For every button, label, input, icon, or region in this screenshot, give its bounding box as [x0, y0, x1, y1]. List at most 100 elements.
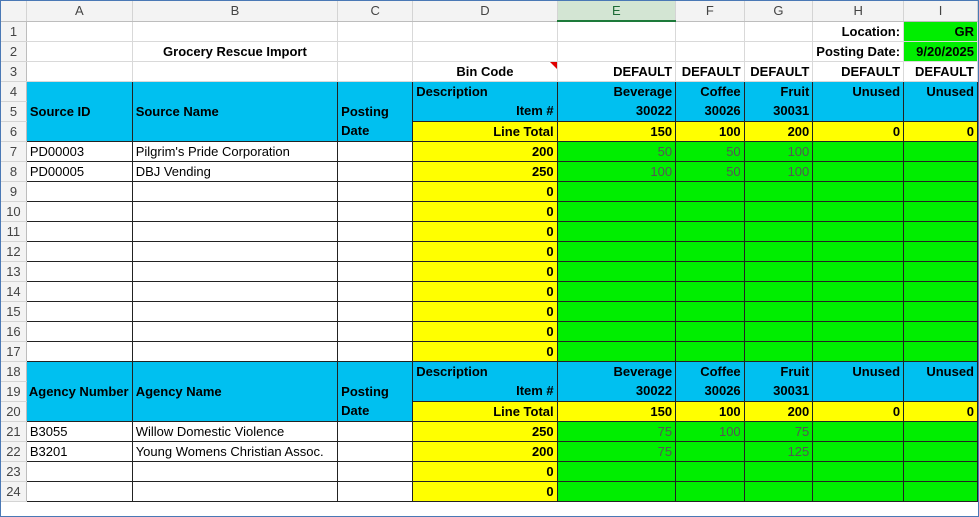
row-line-total-cell[interactable]: 250 [412, 160, 558, 182]
select-all-corner[interactable] [1, 1, 27, 22]
row-id-cell[interactable] [25, 300, 133, 322]
agency-item-h[interactable] [812, 381, 905, 401]
source-total-g[interactable]: 200 [743, 120, 814, 142]
row-qty-f-cell[interactable] [675, 220, 745, 242]
row-qty-e-cell[interactable] [556, 180, 677, 202]
row-qty-i-cell[interactable] [903, 460, 978, 482]
row-posting-date-cell[interactable] [337, 440, 414, 462]
row-qty-e-cell[interactable] [556, 280, 677, 302]
row-header-5[interactable]: 5 [1, 101, 27, 122]
cell-e2[interactable] [557, 41, 677, 62]
row-qty-g-cell[interactable] [743, 340, 814, 362]
row-qty-e-cell[interactable]: 50 [556, 140, 677, 162]
source-item-g[interactable]: 30031 [744, 101, 814, 121]
row-qty-e-cell[interactable]: 75 [556, 420, 677, 442]
row-header[interactable]: 8 [1, 161, 27, 182]
row-header[interactable]: 24 [1, 481, 27, 502]
agency-total-i[interactable]: 0 [903, 400, 978, 422]
row-header[interactable]: 13 [1, 261, 27, 282]
row-qty-h-cell[interactable] [812, 320, 905, 342]
row-qty-i-cell[interactable] [903, 480, 978, 502]
agency-item-e[interactable]: 30022 [557, 381, 677, 401]
row-qty-g-cell[interactable] [743, 320, 814, 342]
agency-total-f[interactable]: 100 [675, 400, 745, 422]
row-qty-e-cell[interactable] [556, 300, 677, 322]
row-qty-h-cell[interactable] [812, 260, 905, 282]
agency-description-e[interactable]: Beverage [557, 360, 677, 381]
row-qty-g-cell[interactable] [743, 300, 814, 322]
source-item-h[interactable] [812, 101, 905, 121]
row-posting-date-cell[interactable] [337, 340, 414, 362]
row-header-1[interactable]: 1 [1, 21, 27, 42]
row-posting-date-cell[interactable] [337, 480, 414, 502]
agency-item-f[interactable]: 30026 [675, 381, 745, 401]
row-qty-h-cell[interactable] [812, 460, 905, 482]
row-header[interactable]: 9 [1, 181, 27, 202]
cell-b20[interactable] [132, 401, 339, 422]
row-qty-e-cell[interactable] [556, 200, 677, 222]
row-line-total-cell[interactable]: 0 [412, 320, 558, 342]
row-qty-g-cell[interactable] [743, 220, 814, 242]
cell-f1[interactable] [675, 21, 745, 42]
bin-code-g[interactable]: DEFAULT [744, 61, 814, 82]
row-id-cell[interactable] [25, 340, 133, 362]
column-header-e[interactable]: E [557, 1, 677, 22]
row-line-total-cell[interactable]: 0 [412, 180, 558, 202]
row-qty-h-cell[interactable] [812, 420, 905, 442]
row-qty-e-cell[interactable] [556, 320, 677, 342]
row-qty-e-cell[interactable] [556, 460, 677, 482]
row-header[interactable]: 21 [1, 421, 27, 442]
bin-code-i[interactable]: DEFAULT [903, 61, 978, 82]
source-description-g[interactable]: Fruit [744, 80, 814, 101]
location-label[interactable]: Location: [812, 21, 905, 42]
row-name-cell[interactable] [131, 320, 339, 342]
agency-total-g[interactable]: 200 [743, 400, 814, 422]
row-qty-h-cell[interactable] [812, 160, 905, 182]
row-qty-f-cell[interactable] [675, 460, 745, 482]
row-qty-h-cell[interactable] [812, 140, 905, 162]
row-qty-e-cell[interactable] [556, 220, 677, 242]
cell-c2[interactable] [337, 41, 414, 62]
row-posting-date-cell[interactable] [337, 240, 414, 262]
row-header-6[interactable]: 6 [1, 121, 27, 142]
row-line-total-cell[interactable]: 200 [412, 140, 558, 162]
cell-b6[interactable] [132, 121, 339, 142]
row-id-cell[interactable]: PD00003 [25, 140, 133, 162]
column-header-i[interactable]: I [903, 1, 978, 22]
row-qty-f-cell[interactable] [675, 260, 745, 282]
row-posting-date-cell[interactable] [337, 180, 414, 202]
cell-a18[interactable] [25, 360, 133, 381]
agency-description-f[interactable]: Coffee [675, 360, 745, 381]
row-name-cell[interactable] [131, 280, 339, 302]
row-id-cell[interactable] [25, 200, 133, 222]
row-qty-f-cell[interactable] [675, 200, 745, 222]
row-header-20[interactable]: 20 [1, 401, 27, 422]
cell-c4[interactable] [337, 80, 414, 101]
row-header[interactable]: 22 [1, 441, 27, 462]
row-qty-g-cell[interactable]: 125 [743, 440, 814, 462]
source-id-header[interactable]: Source ID [25, 101, 133, 121]
row-qty-f-cell[interactable] [675, 340, 745, 362]
row-id-cell[interactable] [25, 320, 133, 342]
row-qty-g-cell[interactable]: 75 [743, 420, 814, 442]
agency-name-header[interactable]: Agency Name [132, 381, 339, 401]
cell-b18[interactable] [132, 360, 339, 381]
row-line-total-cell[interactable]: 0 [412, 460, 558, 482]
agency-number-header[interactable]: Agency Number [25, 381, 133, 401]
row-qty-f-cell[interactable]: 100 [675, 420, 745, 442]
row-qty-g-cell[interactable] [743, 280, 814, 302]
cell-g2[interactable] [744, 41, 814, 62]
row-name-cell[interactable]: DBJ Vending [131, 160, 339, 182]
cell-a3[interactable] [26, 61, 133, 82]
row-header[interactable]: 12 [1, 241, 27, 262]
row-line-total-cell[interactable]: 200 [412, 440, 558, 462]
row-qty-f-cell[interactable]: 50 [675, 160, 745, 182]
source-item-e[interactable]: 30022 [557, 101, 677, 121]
source-name-header[interactable]: Source Name [132, 101, 339, 121]
row-qty-g-cell[interactable] [743, 480, 814, 502]
row-header[interactable]: 16 [1, 321, 27, 342]
row-qty-i-cell[interactable] [903, 280, 978, 302]
row-posting-date-cell[interactable] [337, 200, 414, 222]
row-posting-date-cell[interactable] [337, 260, 414, 282]
row-line-total-cell[interactable]: 0 [412, 340, 558, 362]
